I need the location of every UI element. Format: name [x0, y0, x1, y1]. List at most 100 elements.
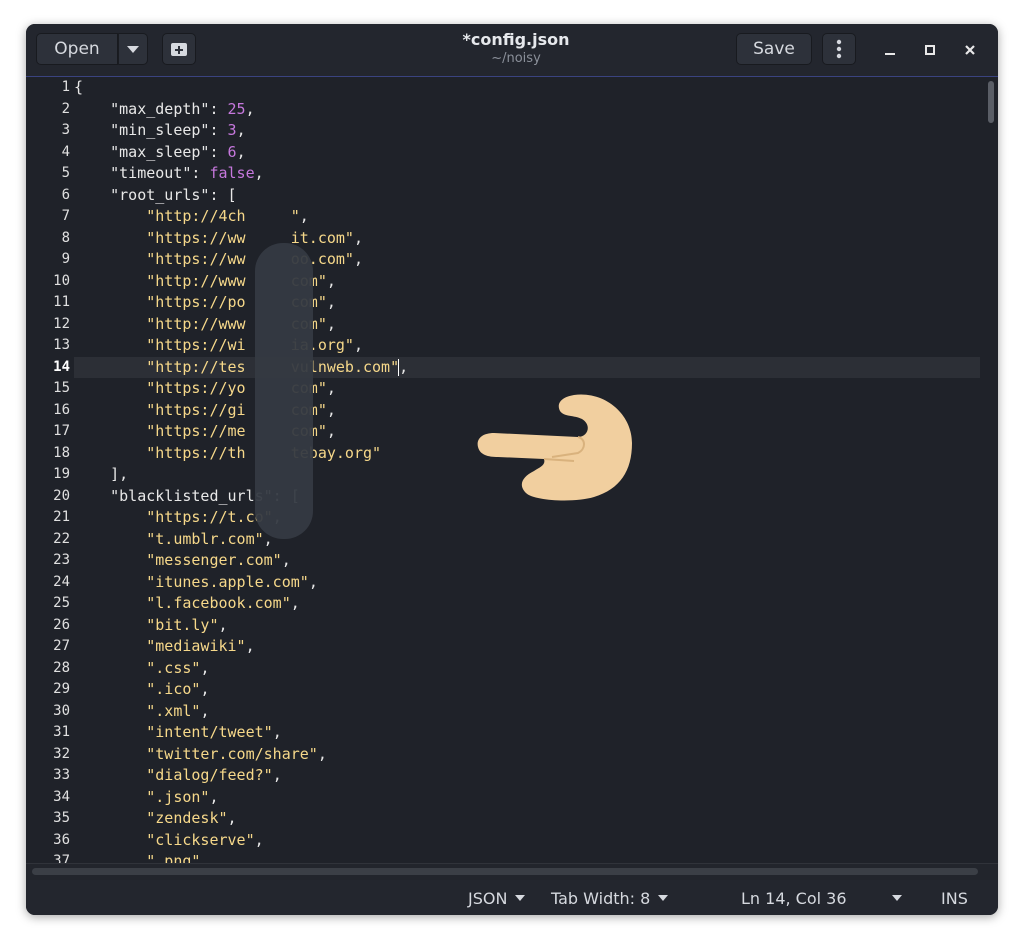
line-number: 28: [53, 659, 70, 676]
horizontal-scrollbar[interactable]: [32, 868, 978, 875]
line-number-gutter: 1 2 3 4 5 6 7 8 9 10 11 12 13 14 15 16 17 18 19 20 21 22 23 24 2…: [26, 77, 74, 863]
line-number: 23: [53, 552, 70, 568]
code-line[interactable]: "max_depth": 25,: [74, 99, 980, 121]
code-line[interactable]: "bit.ly",: [74, 615, 980, 637]
code-line[interactable]: "min_sleep": 3,: [74, 120, 980, 142]
close-button[interactable]: [958, 38, 982, 62]
status-bar: JSON Tab Width: 8 Ln 14, Col 36 INS: [26, 880, 998, 915]
code-line[interactable]: "http://4ch ",: [74, 206, 980, 228]
line-number: 2: [61, 100, 70, 117]
code-line[interactable]: ".xml",: [74, 701, 980, 723]
line-number: 30: [53, 702, 70, 719]
line-number: 10: [53, 272, 70, 289]
code-line[interactable]: ".ico",: [74, 679, 980, 701]
insert-mode-label: INS: [941, 888, 968, 908]
line-number: 14: [53, 358, 70, 375]
minimize-icon: [885, 53, 895, 55]
redaction-blur: [255, 243, 313, 539]
line-number: 31: [53, 724, 70, 740]
code-line[interactable]: "itunes.apple.com",: [74, 572, 980, 594]
code-line[interactable]: "l.facebook.com",: [74, 593, 980, 615]
code-line[interactable]: "clickserve",: [74, 830, 980, 852]
line-number: 12: [53, 315, 70, 332]
code-line[interactable]: "https://ww it.com",: [74, 228, 980, 250]
code-line[interactable]: "https://po com",: [74, 292, 980, 314]
code-line[interactable]: "root_urls": [: [74, 185, 980, 207]
new-tab-icon: [171, 43, 187, 56]
line-number: 3: [61, 122, 70, 138]
editor-window: Open *config.json ~/noisy Save 1 2 3 4 5…: [26, 24, 998, 915]
code-line[interactable]: "max_sleep": 6,: [74, 142, 980, 164]
code-line[interactable]: "dialog/feed?",: [74, 765, 980, 787]
code-line[interactable]: "timeout": false,: [74, 163, 980, 185]
code-line[interactable]: ".json",: [74, 787, 980, 809]
cursor-position-label: Ln 14, Col 36: [741, 888, 847, 908]
text-cursor: [398, 358, 400, 376]
code-line[interactable]: "t.umblr.com",: [74, 529, 980, 551]
chevron-down-icon: [127, 45, 139, 53]
save-button[interactable]: Save: [736, 33, 812, 65]
code-line[interactable]: "http://www com",: [74, 314, 980, 336]
line-number: 33: [53, 767, 70, 783]
menu-button[interactable]: [822, 33, 856, 65]
line-number: 1: [61, 79, 70, 95]
code-line[interactable]: "messenger.com",: [74, 550, 980, 572]
line-number: 8: [61, 229, 70, 246]
code-line[interactable]: ".css",: [74, 658, 980, 680]
header-bar: Open *config.json ~/noisy Save: [26, 24, 998, 77]
horizontal-scrollbar-track: [26, 863, 998, 880]
language-selector[interactable]: JSON: [468, 887, 526, 909]
code-line[interactable]: "mediawiki",: [74, 636, 980, 658]
code-line[interactable]: "https://ww oo.com",: [74, 249, 980, 271]
line-number: 36: [53, 831, 70, 848]
close-icon: [965, 45, 975, 55]
code-line[interactable]: "zendesk",: [74, 808, 980, 830]
line-number: 7: [61, 208, 70, 224]
code-line[interactable]: "twitter.com/share",: [74, 744, 980, 766]
code-editor[interactable]: 1 2 3 4 5 6 7 8 9 10 11 12 13 14 15 16 17 18 19 20 21 22 23 24 2…: [26, 77, 998, 863]
code-line[interactable]: "https://wi ia.org",: [74, 335, 980, 357]
insert-mode-indicator[interactable]: INS: [941, 887, 968, 909]
code-line[interactable]: "https://t.co",: [74, 507, 980, 529]
document-path: ~/noisy: [491, 51, 541, 66]
open-dropdown-button[interactable]: [118, 33, 148, 65]
language-label: JSON: [468, 888, 508, 908]
line-number: 19: [53, 466, 70, 482]
line-number: 5: [61, 165, 70, 181]
cursor-position: Ln 14, Col 36: [741, 887, 847, 909]
line-number: 18: [53, 444, 70, 461]
tab-width-label: Tab Width: 8: [551, 888, 651, 908]
line-number: 21: [53, 509, 70, 525]
line-number: 24: [53, 573, 70, 590]
minimize-button[interactable]: [878, 38, 902, 62]
line-number: 20: [53, 487, 70, 504]
code-line[interactable]: "intent/tweet",: [74, 722, 980, 744]
line-number: 32: [53, 745, 70, 762]
current-code-line[interactable]: "http://tes vulnweb.com",: [74, 356, 980, 378]
chevron-down-icon: [658, 895, 669, 901]
maximize-icon: [925, 45, 935, 55]
document-title: *config.json: [462, 30, 570, 49]
tab-width-selector[interactable]: Tab Width: 8: [551, 887, 669, 909]
code-line[interactable]: {: [74, 77, 980, 99]
line-number: 13: [53, 337, 70, 353]
code-line[interactable]: ".png",: [74, 851, 980, 863]
line-number: 26: [53, 616, 70, 633]
line-number: 29: [53, 681, 70, 697]
position-menu-button[interactable]: [892, 887, 902, 909]
open-button[interactable]: Open: [36, 33, 118, 65]
code-line[interactable]: "http://www com",: [74, 271, 980, 293]
title-block: *config.json ~/noisy: [406, 30, 626, 68]
line-number: 27: [53, 638, 70, 654]
new-tab-button[interactable]: [162, 33, 196, 65]
line-number: 22: [53, 530, 70, 547]
pointing-hand-icon: [477, 394, 632, 501]
line-number: 25: [53, 595, 70, 611]
chevron-down-icon: [515, 895, 526, 901]
line-number: 35: [53, 810, 70, 826]
line-number: 37: [53, 853, 70, 863]
line-number: 34: [53, 788, 70, 805]
line-number: 11: [53, 294, 70, 310]
vertical-scrollbar[interactable]: [988, 81, 994, 123]
maximize-button[interactable]: [918, 38, 942, 62]
